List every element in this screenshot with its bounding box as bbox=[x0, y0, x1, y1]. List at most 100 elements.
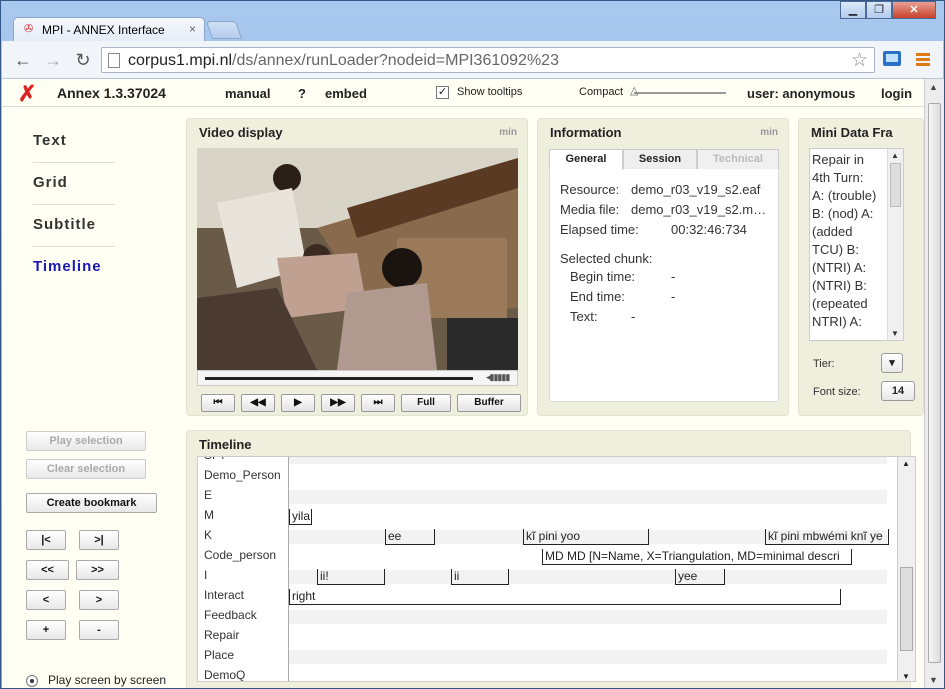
zoom-in-button[interactable]: + bbox=[26, 620, 66, 640]
back-icon[interactable]: ← bbox=[12, 50, 34, 70]
tier-label[interactable]: Feedback bbox=[204, 608, 288, 622]
clear-selection-button[interactable]: Clear selection bbox=[26, 459, 146, 479]
scroll-up-icon[interactable]: ▲ bbox=[902, 459, 910, 468]
play-selection-button[interactable]: Play selection bbox=[26, 431, 146, 451]
scroll-up-icon[interactable]: ▲ bbox=[929, 82, 938, 92]
fast-forward-button[interactable]: ▶▶ bbox=[321, 394, 355, 412]
nav-text[interactable]: Text bbox=[33, 132, 67, 149]
tier-row[interactable]: ii! ii yee bbox=[289, 569, 887, 585]
scroll-thumb[interactable] bbox=[900, 567, 913, 651]
tab-session[interactable]: Session bbox=[623, 149, 697, 169]
bookmark-star-icon[interactable]: ☆ bbox=[851, 49, 868, 72]
step-forward-button[interactable]: > bbox=[79, 590, 119, 610]
tier-label[interactable]: E bbox=[204, 488, 288, 502]
tier-row[interactable]: ee kĩ pini yoo kĩ pini mbwémi knĩ ye bbox=[289, 529, 889, 545]
help-link[interactable]: ? bbox=[298, 86, 306, 101]
step-forward-large-button[interactable]: >> bbox=[76, 560, 119, 580]
tab-close-icon[interactable]: × bbox=[189, 22, 196, 36]
go-start-button[interactable]: |< bbox=[26, 530, 66, 550]
tier-row[interactable] bbox=[289, 650, 887, 664]
tier-row[interactable]: MD MD [N=Name, X=Triangulation, MD=minim… bbox=[289, 549, 887, 565]
step-back-large-button[interactable]: << bbox=[26, 560, 69, 580]
tier-label[interactable]: Interact bbox=[204, 588, 288, 602]
annotation[interactable]: kĩ pini mbwémi knĩ ye bbox=[765, 529, 889, 545]
play-button[interactable]: ▶ bbox=[281, 394, 315, 412]
tab-technical[interactable]: Technical bbox=[697, 149, 779, 169]
maximize-button[interactable]: ❐ bbox=[866, 1, 892, 19]
mini-data-list[interactable]: Repair in 4th Turn: A: (trouble) B: (nod) A… bbox=[809, 148, 904, 341]
nav-timeline[interactable]: Timeline bbox=[33, 258, 102, 275]
scroll-down-icon[interactable]: ▼ bbox=[891, 329, 899, 338]
information-min-button[interactable]: min bbox=[760, 127, 778, 138]
tier-row[interactable] bbox=[289, 630, 887, 644]
volume-icon[interactable]: ◂▮▮▮▮▮ bbox=[486, 372, 510, 383]
tier-label[interactable]: DemoQ bbox=[204, 668, 288, 681]
tier-label[interactable]: Repair bbox=[204, 628, 288, 642]
tier-label[interactable]: SP7 bbox=[204, 457, 288, 462]
skip-end-button[interactable]: ⏭ bbox=[361, 394, 395, 412]
video-min-button[interactable]: min bbox=[499, 127, 517, 138]
video-frame[interactable] bbox=[197, 148, 518, 370]
scroll-thumb[interactable] bbox=[928, 103, 941, 663]
tier-row[interactable] bbox=[289, 670, 887, 681]
mini-data-scrollbar[interactable]: ▲ ▼ bbox=[887, 149, 903, 340]
timeline-view[interactable]: SP7 Demo_Person EMK Code_person I Interact Fee… bbox=[197, 456, 916, 682]
play-screen-radio[interactable] bbox=[26, 675, 38, 687]
tier-row[interactable] bbox=[289, 610, 887, 624]
full-button[interactable]: Full bbox=[401, 394, 451, 412]
create-bookmark-button[interactable]: Create bookmark bbox=[26, 493, 157, 513]
rewind-button[interactable]: ◀◀ bbox=[241, 394, 275, 412]
tier-row[interactable]: yila bbox=[289, 509, 887, 525]
menu-icon[interactable] bbox=[913, 49, 933, 69]
new-tab-button[interactable] bbox=[205, 21, 243, 39]
annotation[interactable]: ii bbox=[451, 569, 509, 585]
timeline-scrollbar[interactable]: ▲ ▼ bbox=[897, 457, 915, 681]
scroll-up-icon[interactable]: ▲ bbox=[891, 151, 899, 160]
tier-label[interactable]: M bbox=[204, 508, 288, 522]
show-tooltips-checkbox[interactable]: ✓ bbox=[436, 86, 449, 99]
scroll-down-icon[interactable]: ▼ bbox=[902, 672, 910, 681]
tier-row[interactable] bbox=[289, 470, 887, 484]
tier-label[interactable]: K bbox=[204, 528, 288, 542]
embed-link[interactable]: embed bbox=[325, 86, 367, 101]
step-back-button[interactable]: < bbox=[26, 590, 66, 610]
address-bar[interactable]: corpus1.mpi.nl/ds/annex/runLoader?nodeid… bbox=[101, 47, 875, 73]
annotation[interactable]: MD MD [N=Name, X=Triangulation, MD=minim… bbox=[542, 549, 852, 565]
compact-slider-handle[interactable]: △ bbox=[630, 84, 638, 97]
annotation[interactable]: kĩ pini yoo bbox=[523, 529, 649, 545]
tier-label[interactable]: I bbox=[204, 568, 288, 582]
minimize-button[interactable]: ▁ bbox=[840, 1, 866, 19]
annotation[interactable]: yee bbox=[675, 569, 725, 585]
annotation[interactable]: yila bbox=[289, 509, 312, 525]
skip-start-button[interactable]: ⏮ bbox=[201, 394, 235, 412]
buffer-button[interactable]: Buffer bbox=[457, 394, 521, 412]
tier-label[interactable]: Demo_Person bbox=[204, 468, 288, 482]
browser-tab[interactable]: ✇ MPI - ANNEX Interface × bbox=[13, 17, 205, 41]
close-window-button[interactable]: ✕ bbox=[892, 1, 936, 19]
video-seekbar[interactable]: ◂▮▮▮▮▮ bbox=[197, 370, 518, 386]
font-size-value[interactable]: 14 bbox=[881, 381, 915, 401]
scroll-thumb[interactable] bbox=[890, 163, 901, 207]
page-scrollbar[interactable]: ▲ ▼ bbox=[924, 79, 944, 688]
annotation[interactable]: right bbox=[289, 589, 841, 605]
tab-general[interactable]: General bbox=[549, 149, 623, 170]
compact-slider-track[interactable] bbox=[634, 92, 726, 94]
zoom-out-button[interactable]: - bbox=[79, 620, 119, 640]
video-progress[interactable] bbox=[205, 377, 473, 380]
manual-link[interactable]: manual bbox=[225, 86, 271, 101]
tier-row[interactable] bbox=[289, 490, 887, 504]
tier-label[interactable]: Place bbox=[204, 648, 288, 662]
scroll-down-icon[interactable]: ▼ bbox=[929, 675, 938, 685]
reload-icon[interactable]: ↻ bbox=[72, 50, 94, 70]
tier-label[interactable]: Code_person bbox=[204, 548, 288, 562]
forward-icon[interactable]: → bbox=[42, 50, 64, 70]
annotation[interactable]: ee bbox=[385, 529, 435, 545]
tier-row[interactable]: right bbox=[289, 589, 887, 605]
nav-subtitle[interactable]: Subtitle bbox=[33, 216, 96, 233]
nav-grid[interactable]: Grid bbox=[33, 174, 68, 191]
extension-icon[interactable] bbox=[882, 49, 902, 69]
tier-row[interactable] bbox=[289, 457, 887, 464]
tier-dropdown[interactable]: ▾ bbox=[881, 353, 903, 373]
login-link[interactable]: login bbox=[881, 86, 912, 101]
go-end-button[interactable]: >| bbox=[79, 530, 119, 550]
